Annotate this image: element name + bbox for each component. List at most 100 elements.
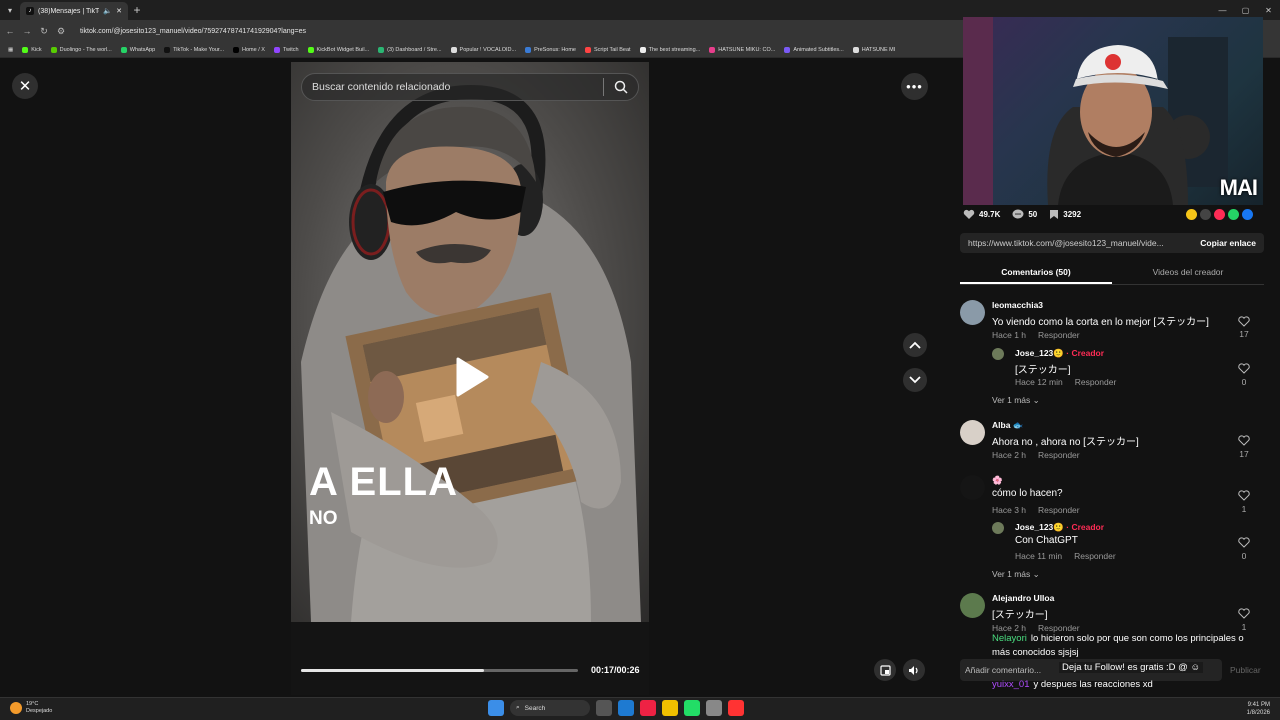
start-icon[interactable]	[488, 700, 504, 716]
floating-player-button[interactable]	[874, 659, 896, 681]
comment-username[interactable]: Jose_123🙂 · Creador	[1015, 348, 1104, 359]
comment-username[interactable]: Alba 🐟	[992, 420, 1023, 431]
search-icon[interactable]	[614, 80, 628, 94]
bookmark-item[interactable]: PreSonus: Home	[525, 46, 576, 53]
play-icon[interactable]	[455, 357, 489, 397]
taskbar-search[interactable]: ⌕ Search	[510, 700, 590, 716]
heart-icon[interactable]	[1238, 316, 1250, 327]
edge-icon[interactable]	[618, 700, 634, 716]
share-option-icon[interactable]	[1228, 208, 1239, 220]
comment-username[interactable]: Alejandro Ulloa	[992, 593, 1054, 603]
chatgpt-icon[interactable]	[706, 700, 722, 716]
clock[interactable]: 9:41 PM 1/8/2026	[1247, 701, 1270, 717]
new-tab-button[interactable]: +	[128, 3, 146, 17]
task-view-icon[interactable]	[596, 700, 612, 716]
heart-icon[interactable]	[1238, 363, 1250, 374]
bookmark-item[interactable]: Popular ! VOCALOID...	[450, 46, 517, 53]
bookmark-item[interactable]: (3) Dashboard / Stre...	[378, 46, 442, 53]
view-more-replies[interactable]: Ver 1 más ⌄	[992, 395, 1040, 406]
copy-link-button[interactable]: Copiar enlace	[1200, 238, 1256, 248]
bookmark-item[interactable]: Script Tail Beat	[585, 46, 631, 53]
reply-button[interactable]: Responder	[1038, 623, 1080, 633]
browser-tab[interactable]: ♪ (38)Mensajes | TikTok 🔈 ✕	[20, 2, 128, 20]
close-video-button[interactable]: ✕	[12, 73, 38, 99]
video-progress-bar[interactable]	[301, 669, 578, 672]
view-more-replies[interactable]: Ver 1 más ⌄	[992, 569, 1040, 580]
music-icon[interactable]	[728, 700, 744, 716]
bookmark-item[interactable]: HATSUNE MIKU: CO...	[709, 46, 775, 53]
tab-comments[interactable]: Comentarios (50)	[960, 263, 1112, 284]
taskbar-apps: ⌕ Search	[488, 700, 744, 716]
apps-icon[interactable]: ▦	[8, 47, 13, 53]
bookmark-item[interactable]: Duolingo - The worl...	[50, 46, 112, 53]
reply-button[interactable]: Responder	[1075, 377, 1117, 387]
chevron-down-icon	[909, 376, 921, 384]
webcam-label: MAI	[1219, 175, 1258, 200]
emoji-icon[interactable]: ☺	[1190, 662, 1200, 673]
view-more-label: Ver 1 más	[992, 569, 1031, 579]
chrome-icon[interactable]	[640, 700, 656, 716]
bookmark-item[interactable]: The best streaming...	[639, 46, 700, 53]
avatar[interactable]	[960, 475, 985, 500]
share-option-icon[interactable]	[1200, 208, 1211, 220]
bookmark-item[interactable]: Home / X	[233, 46, 265, 53]
volume-button[interactable]	[903, 659, 925, 681]
bookmark-item[interactable]: Twitch	[273, 46, 299, 53]
tab-audio-icon[interactable]: 🔈	[103, 7, 112, 15]
heart-icon[interactable]	[1238, 435, 1250, 446]
mention-icon[interactable]: @	[1178, 662, 1188, 673]
comment-username[interactable]: 🌸	[992, 475, 1003, 486]
comment-like-count: 0	[1241, 377, 1247, 387]
comment-username[interactable]: leomacchia3	[992, 300, 1043, 310]
bookmark-item[interactable]: KickBot Widget Buil...	[307, 46, 369, 53]
avatar[interactable]	[992, 522, 1004, 534]
tab-close-icon[interactable]: ✕	[116, 7, 122, 15]
share-option-icon[interactable]	[1242, 208, 1253, 220]
avatar[interactable]	[960, 420, 985, 445]
video-link[interactable]: https://www.tiktok.com/@josesito123_manu…	[968, 238, 1200, 248]
site-info-icon[interactable]: ⚙	[55, 26, 67, 37]
heart-icon[interactable]	[1238, 490, 1250, 501]
reload-icon[interactable]: ↻	[38, 26, 50, 37]
bookmark-label: Popular ! VOCALOID...	[459, 46, 517, 53]
bookmark-item[interactable]: Kick	[22, 46, 42, 53]
chrome-profile-icon[interactable]	[684, 700, 700, 716]
avatar[interactable]	[960, 300, 985, 325]
video-link-row: https://www.tiktok.com/@josesito123_manu…	[960, 233, 1264, 253]
bookmark-item[interactable]: WhatsApp	[120, 46, 155, 53]
reply-button[interactable]: Responder	[1074, 551, 1116, 561]
heart-icon[interactable]	[1238, 608, 1250, 619]
related-search-input[interactable]: Buscar contenido relacionado	[301, 73, 639, 101]
next-video-button[interactable]	[903, 368, 927, 392]
video-player[interactable]: Buscar contenido relacionado A ELLA NO 0…	[291, 62, 649, 695]
previous-video-button[interactable]	[903, 333, 927, 357]
comment-button[interactable]: 50	[1012, 209, 1037, 220]
bookmark-item[interactable]: Animated Subtitles...	[784, 46, 844, 53]
bookmark-item[interactable]: HATSUNE MI	[852, 46, 895, 53]
save-button[interactable]: 3292	[1049, 209, 1081, 220]
like-button[interactable]: 49.7K	[963, 209, 1000, 220]
more-options-button[interactable]: •••	[901, 73, 928, 100]
webcam-image	[963, 17, 1228, 205]
heart-icon[interactable]	[1238, 537, 1250, 548]
share-option-icon[interactable]	[1186, 208, 1197, 220]
share-option-icon[interactable]	[1214, 208, 1225, 220]
bookmark-label: Animated Subtitles...	[793, 46, 844, 53]
comment-username[interactable]: Jose_123🙂 · Creador	[1015, 522, 1104, 533]
reply-button[interactable]: Responder	[1038, 505, 1080, 515]
publish-button[interactable]: Publicar	[1230, 665, 1261, 675]
file-explorer-icon[interactable]	[662, 700, 678, 716]
bookmark-item[interactable]: TikTok - Make Your...	[164, 46, 224, 53]
reply-username[interactable]: Jose_123🙂	[1015, 348, 1064, 358]
avatar[interactable]	[992, 348, 1004, 360]
avatar[interactable]	[960, 593, 985, 618]
reply-username[interactable]: Jose_123🙂	[1015, 522, 1064, 532]
reply-button[interactable]: Responder	[1038, 330, 1080, 340]
tab-creator-videos[interactable]: Videos del creador	[1112, 263, 1264, 284]
forward-icon[interactable]: →	[21, 26, 33, 36]
reply-button[interactable]: Responder	[1038, 450, 1080, 460]
weather-widget[interactable]: 19°C Despejado	[10, 701, 52, 715]
back-icon[interactable]: ←	[4, 26, 16, 36]
url-field[interactable]: tiktok.com/@josesito123_manuel/video/759…	[80, 28, 306, 35]
tab-search-icon[interactable]: ▾	[0, 0, 20, 20]
